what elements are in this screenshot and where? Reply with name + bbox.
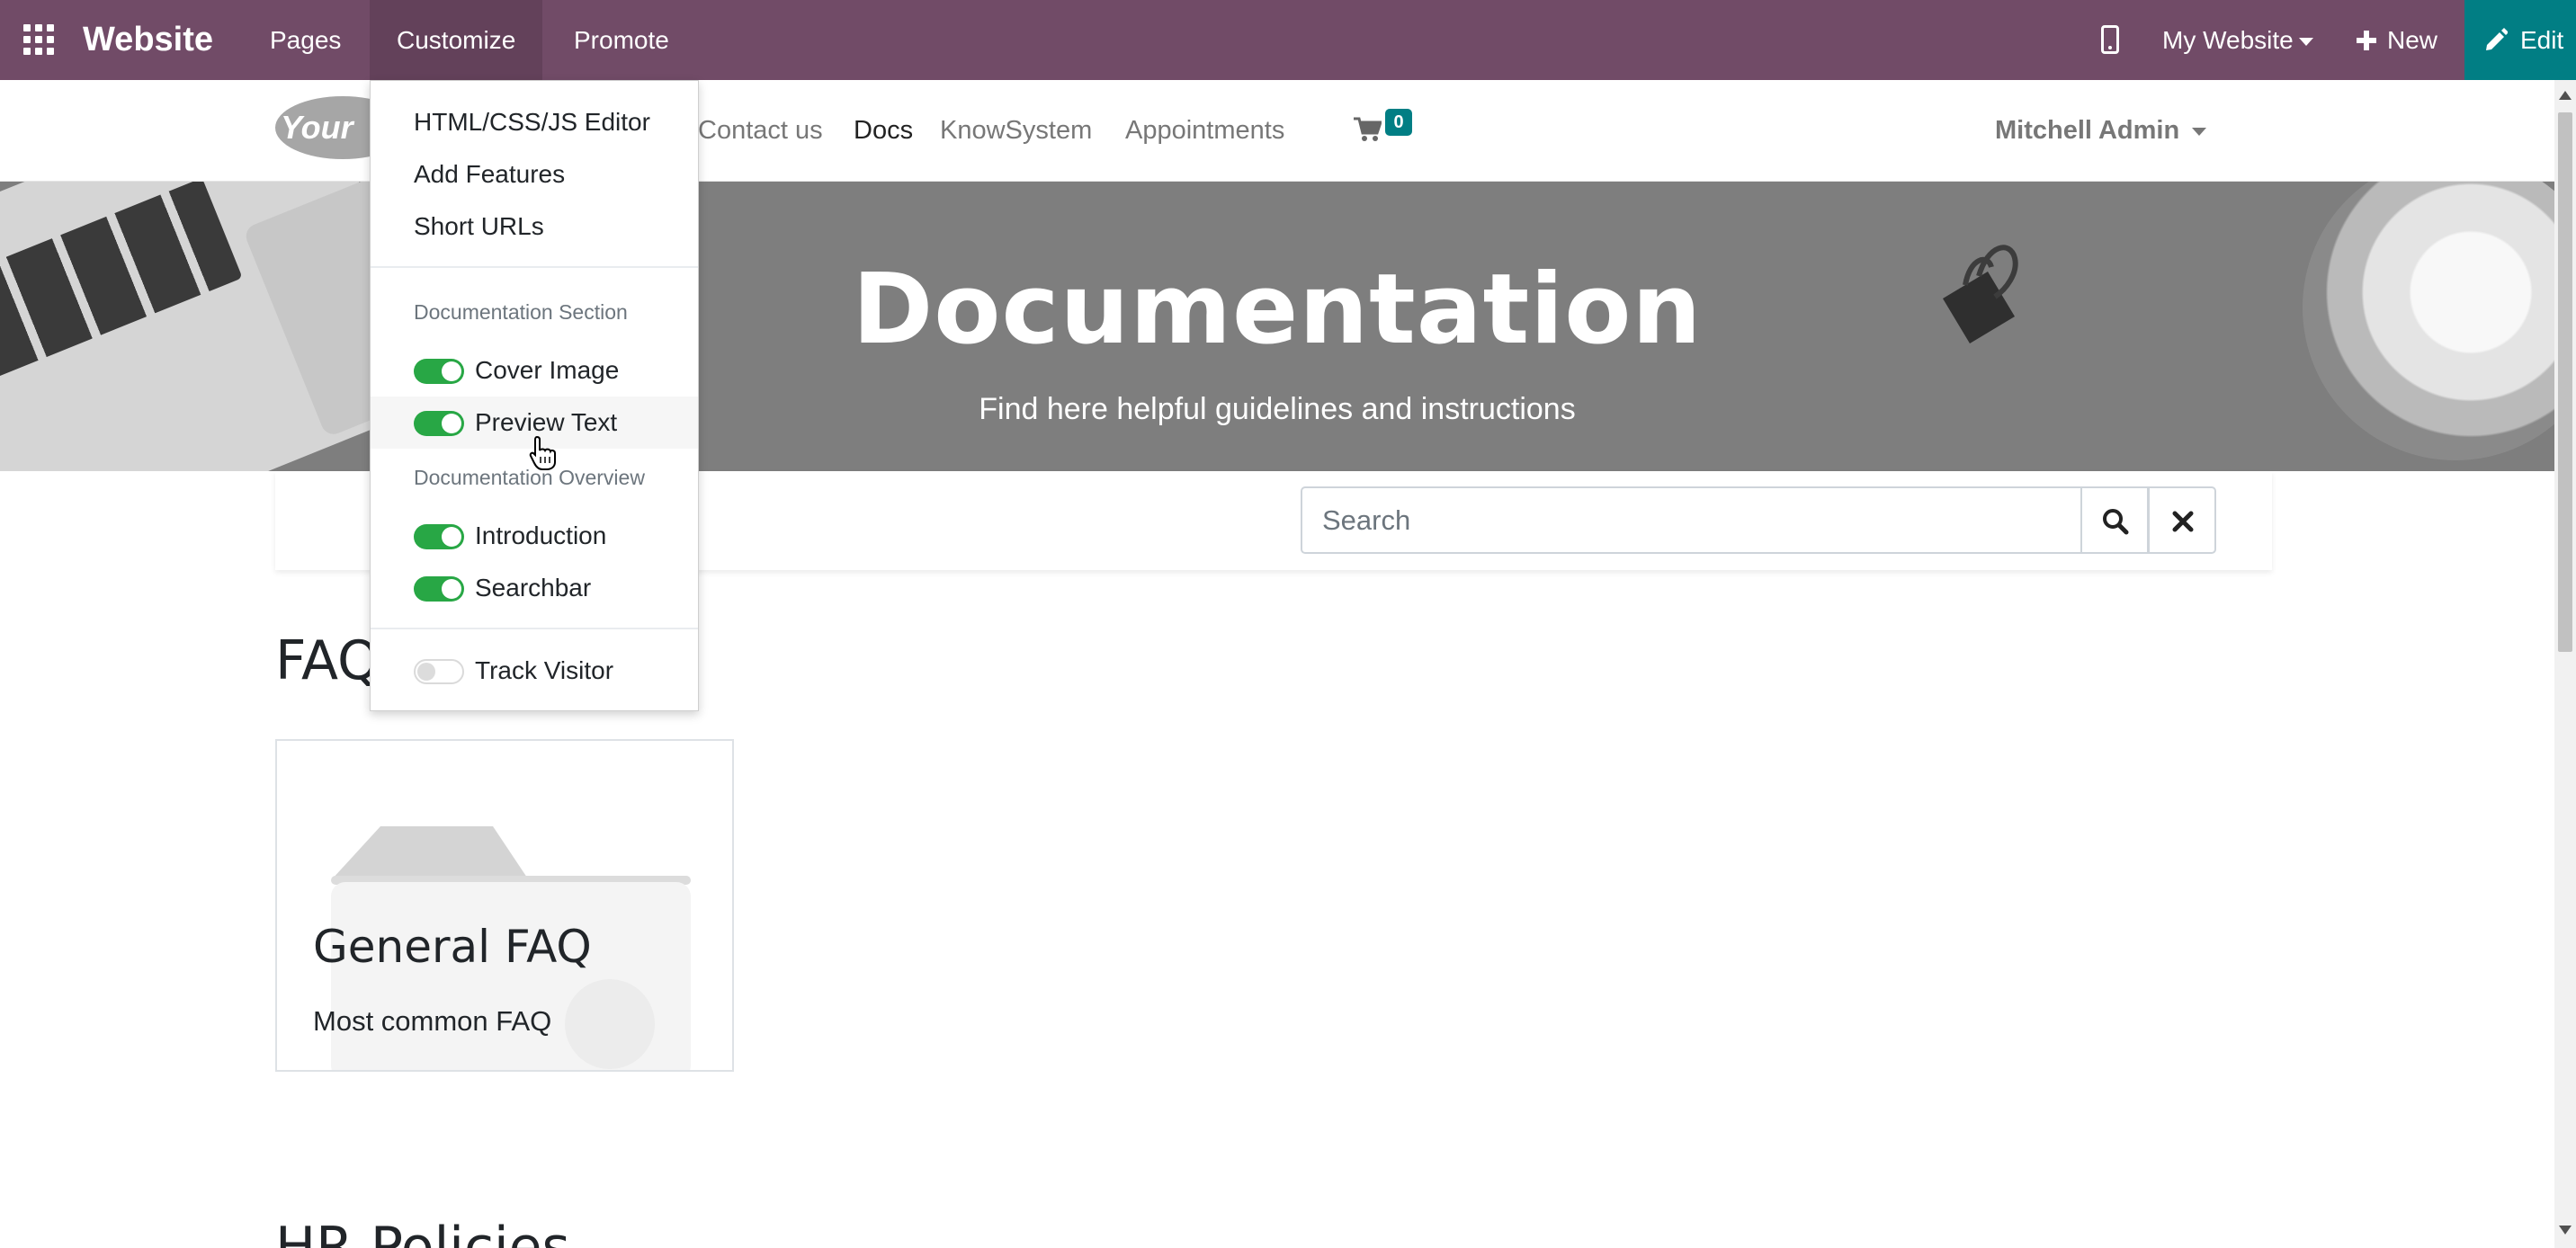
- cart-icon[interactable]: [1353, 116, 1382, 143]
- menu-customize[interactable]: Customize: [370, 0, 543, 80]
- caret-down-icon: [2298, 38, 2313, 47]
- toggle-switch: [414, 576, 464, 602]
- scroll-down-arrow-icon[interactable]: [2559, 1226, 2572, 1235]
- search-input[interactable]: Search: [1301, 486, 2081, 554]
- search-icon: [2103, 509, 2129, 535]
- app-brand[interactable]: Website: [83, 18, 213, 61]
- website-selector[interactable]: My Website: [2135, 0, 2340, 80]
- cart-count-badge: 0: [1385, 109, 1412, 136]
- dropdown-divider: [371, 266, 698, 268]
- new-button-label: New: [2387, 26, 2438, 54]
- user-menu[interactable]: Mitchell Admin: [1995, 80, 2207, 182]
- new-button[interactable]: New: [2330, 0, 2464, 80]
- toggle-label: Introduction: [475, 521, 607, 549]
- card-description: Most common FAQ: [313, 1005, 552, 1037]
- toggle-switch: [414, 411, 464, 436]
- menu-pages[interactable]: Pages: [243, 0, 368, 80]
- scrollbar-thumb[interactable]: [2558, 112, 2572, 652]
- dropdown-item-add-features[interactable]: Add Features: [371, 148, 698, 201]
- section-heading-hr-policies: HR Policies: [275, 1216, 570, 1248]
- faq-card[interactable]: General FAQ Most common FAQ: [275, 739, 734, 1072]
- card-title: General FAQ: [313, 921, 592, 973]
- website-selector-label: My Website: [2162, 26, 2294, 54]
- caret-down-icon: [2192, 127, 2207, 136]
- close-icon: [2172, 511, 2194, 532]
- toggle-cover-image[interactable]: Cover Image: [371, 344, 698, 397]
- scroll-up-arrow-icon[interactable]: [2559, 91, 2572, 100]
- mobile-preview-icon[interactable]: [2101, 25, 2119, 54]
- toggle-switch: [414, 659, 464, 684]
- toggle-introduction[interactable]: Introduction: [371, 510, 698, 562]
- page-scrollbar[interactable]: [2554, 80, 2576, 1248]
- clear-search-button[interactable]: [2148, 486, 2216, 554]
- dropdown-item-short-urls[interactable]: Short URLs: [371, 201, 698, 253]
- logo-text: Your: [281, 109, 353, 146]
- search-button[interactable]: [2080, 486, 2149, 554]
- documentation-section-header: Documentation Section: [414, 300, 628, 324]
- toggle-searchbar[interactable]: Searchbar: [371, 562, 698, 614]
- toggle-label: Track Visitor: [475, 656, 614, 684]
- dropdown-divider: [371, 628, 698, 629]
- user-name: Mitchell Admin: [1995, 116, 2180, 145]
- plus-icon: [2357, 31, 2376, 50]
- toggle-switch: [414, 359, 464, 384]
- admin-navbar: Website Pages Customize Promote My Websi…: [0, 0, 2576, 80]
- nav-docs[interactable]: Docs: [854, 80, 913, 182]
- hand-cursor-icon: [529, 435, 556, 470]
- nav-appointments[interactable]: Appointments: [1125, 80, 1284, 182]
- section-heading-faq: FAQ: [275, 629, 380, 692]
- nav-knowsystem[interactable]: KnowSystem: [940, 80, 1092, 182]
- toggle-switch: [414, 524, 464, 549]
- customize-dropdown: HTML/CSS/JS Editor Add Features Short UR…: [370, 80, 699, 711]
- apps-grid-icon[interactable]: [23, 24, 54, 55]
- nav-contact-us[interactable]: Contact us: [698, 80, 823, 182]
- edit-button-label: Edit: [2520, 26, 2564, 54]
- dropdown-item-html-editor[interactable]: HTML/CSS/JS Editor: [371, 96, 698, 148]
- toggle-label: Searchbar: [475, 574, 592, 602]
- toggle-label: Cover Image: [475, 356, 620, 384]
- menu-promote[interactable]: Promote: [547, 0, 696, 80]
- toggle-track-visitor[interactable]: Track Visitor: [371, 645, 698, 697]
- edit-button[interactable]: Edit: [2464, 0, 2576, 80]
- pencil-icon: [2486, 28, 2508, 50]
